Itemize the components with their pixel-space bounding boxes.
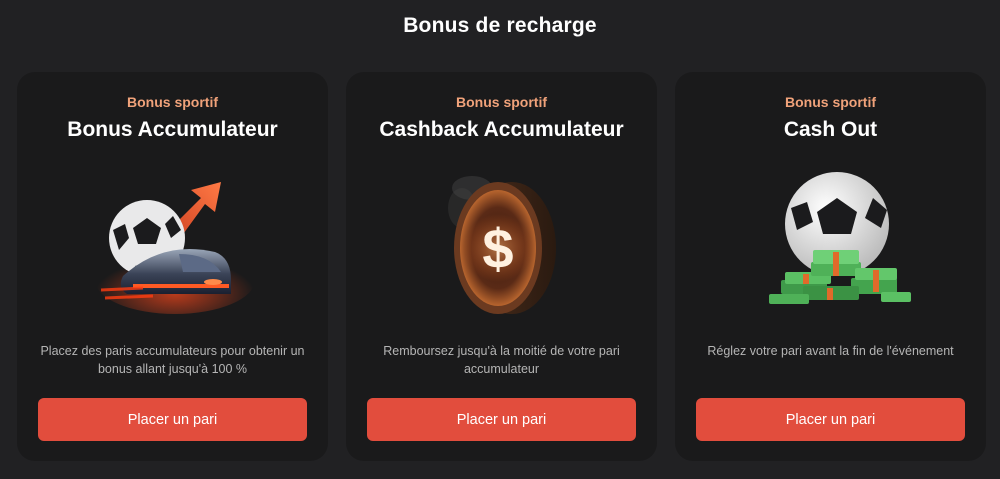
ball-money-icon xyxy=(741,168,921,318)
card-title: Cash Out xyxy=(783,118,878,141)
bonus-card-accumulator: Bonus sportif Bonus Accumulateur Placez … xyxy=(17,72,328,461)
card-tag: Bonus sportif xyxy=(127,94,218,110)
dollar-coin-icon: $ xyxy=(412,168,592,318)
place-bet-button[interactable]: Placer un pari xyxy=(38,398,307,441)
ball-train-arrow-icon xyxy=(83,168,263,318)
bonus-card-cash-out: Bonus sportif Cash Out Réglez votre pari… xyxy=(675,72,986,461)
card-title: Bonus Accumulateur xyxy=(67,118,278,141)
bonus-card-cashback: Bonus sportif Cashback Accumulateur $ Re… xyxy=(346,72,657,461)
svg-text:$: $ xyxy=(482,217,513,280)
card-tag: Bonus sportif xyxy=(456,94,547,110)
place-bet-button[interactable]: Placer un pari xyxy=(696,398,965,441)
bonus-cards: Bonus sportif Bonus Accumulateur Placez … xyxy=(17,72,986,461)
card-description: Placez des paris accumulateurs pour obte… xyxy=(40,344,305,376)
card-description: Remboursez jusqu'à la moitié de votre pa… xyxy=(383,344,620,376)
card-tag: Bonus sportif xyxy=(785,94,876,110)
place-bet-button[interactable]: Placer un pari xyxy=(367,398,636,441)
section-title: Bonus de recharge xyxy=(403,14,597,37)
card-description: Réglez votre pari avant la fin de l'évén… xyxy=(707,344,954,358)
card-title: Cashback Accumulateur xyxy=(379,118,624,141)
